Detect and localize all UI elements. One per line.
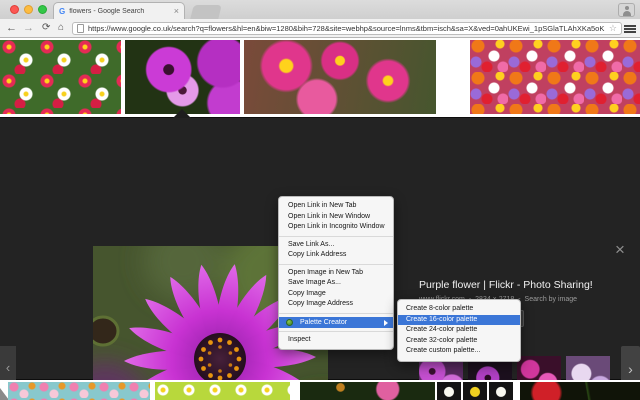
preview-title[interactable]: Purple flower | Flickr - Photo Sharing! — [419, 279, 593, 291]
forward-icon[interactable]: → — [23, 21, 34, 35]
context-menu: Open Link in New Tab Open Link in New Wi… — [278, 196, 394, 350]
search-result-thumbnail[interactable] — [300, 382, 435, 400]
menu-item-palette-creator[interactable]: Palette Creator — [279, 316, 393, 328]
menu-item-copy-image-address[interactable]: Copy Image Address — [279, 299, 393, 310]
menu-item-open-link-new-window[interactable]: Open Link in New Window — [279, 212, 393, 223]
menu-separator — [279, 312, 393, 314]
reload-icon[interactable]: ⟳ — [42, 21, 50, 35]
submenu-item-24-color[interactable]: Create 24-color palette — [398, 325, 520, 336]
tab-bar: G flowers - Google Search × — [0, 0, 640, 19]
back-icon[interactable]: ← — [6, 21, 17, 35]
menu-item-open-link-new-tab[interactable]: Open Link in New Tab — [279, 201, 393, 212]
person-icon-body — [623, 11, 631, 16]
menu-item-save-image-as[interactable]: Save Image As... — [279, 278, 393, 289]
chrome-menu-icon[interactable] — [624, 25, 636, 33]
image-results-row-bottom — [0, 380, 640, 400]
menu-item-save-link-as[interactable]: Save Link As... — [279, 240, 393, 251]
search-result-thumbnail[interactable] — [437, 382, 461, 400]
submenu-item-custom[interactable]: Create custom palette... — [398, 346, 520, 357]
google-favicon-icon: G — [59, 6, 66, 16]
search-by-image-link[interactable]: Search by image — [525, 296, 578, 303]
browser-window: G flowers - Google Search × ← → ⟳ ⌂ http… — [0, 0, 640, 400]
submenu-item-16-color[interactable]: Create 16-color palette — [398, 314, 520, 325]
new-tab-button[interactable] — [190, 5, 222, 19]
search-result-thumbnail[interactable] — [520, 382, 640, 400]
page-icon — [77, 24, 84, 33]
search-result-thumbnail[interactable] — [8, 382, 150, 400]
menu-separator — [279, 263, 393, 265]
submenu-item-32-color[interactable]: Create 32-color palette — [398, 336, 520, 347]
menu-item-open-link-incognito[interactable]: Open Link in Incognito Window — [279, 222, 393, 233]
palette-creator-icon — [286, 318, 293, 326]
submenu-arrow-icon — [384, 319, 388, 326]
search-result-thumbnail[interactable] — [155, 382, 290, 400]
browser-toolbar: ← → ⟳ ⌂ https://www.google.co.uk/search?… — [0, 19, 640, 38]
browser-tab[interactable]: G flowers - Google Search × — [53, 2, 185, 19]
selected-thumbnail-caret — [173, 109, 191, 118]
image-results-row-top — [0, 38, 640, 117]
search-result-thumbnail[interactable] — [0, 40, 121, 114]
search-result-thumbnail-selected[interactable] — [125, 40, 240, 114]
address-bar[interactable]: https://www.google.co.uk/search?q=flower… — [72, 22, 622, 35]
palette-creator-label: Palette Creator — [300, 318, 348, 326]
search-result-thumbnail[interactable] — [470, 40, 640, 114]
menu-separator — [279, 330, 393, 332]
menu-item-inspect[interactable]: Inspect — [279, 335, 393, 346]
search-result-thumbnail[interactable] — [489, 382, 513, 400]
close-window-button[interactable] — [10, 5, 19, 14]
chevron-right-icon: › — [628, 361, 633, 377]
minimize-window-button[interactable] — [24, 5, 33, 14]
close-preview-icon[interactable]: × — [608, 239, 632, 261]
person-icon — [625, 6, 629, 10]
zoom-window-button[interactable] — [38, 5, 47, 14]
chevron-left-icon: ‹ — [5, 359, 11, 375]
search-result-thumbnail[interactable] — [244, 40, 436, 114]
menu-item-copy-link-address[interactable]: Copy Link Address — [279, 250, 393, 261]
bookmark-star-icon[interactable]: ☆ — [609, 23, 617, 34]
palette-creator-submenu: Create 8-color palette Create 16-color p… — [397, 299, 521, 362]
profile-button[interactable] — [618, 3, 635, 17]
url-text[interactable]: https://www.google.co.uk/search?q=flower… — [88, 24, 605, 33]
home-icon[interactable]: ⌂ — [58, 21, 64, 35]
tab-title: flowers - Google Search — [69, 7, 145, 15]
menu-item-open-image-new-tab[interactable]: Open Image in New Tab — [279, 268, 393, 279]
menu-separator — [279, 235, 393, 237]
menu-item-copy-image[interactable]: Copy Image — [279, 289, 393, 300]
submenu-item-8-color[interactable]: Create 8-color palette — [398, 304, 520, 315]
search-result-thumbnail[interactable] — [463, 382, 487, 400]
tab-close-icon[interactable]: × — [174, 6, 179, 16]
